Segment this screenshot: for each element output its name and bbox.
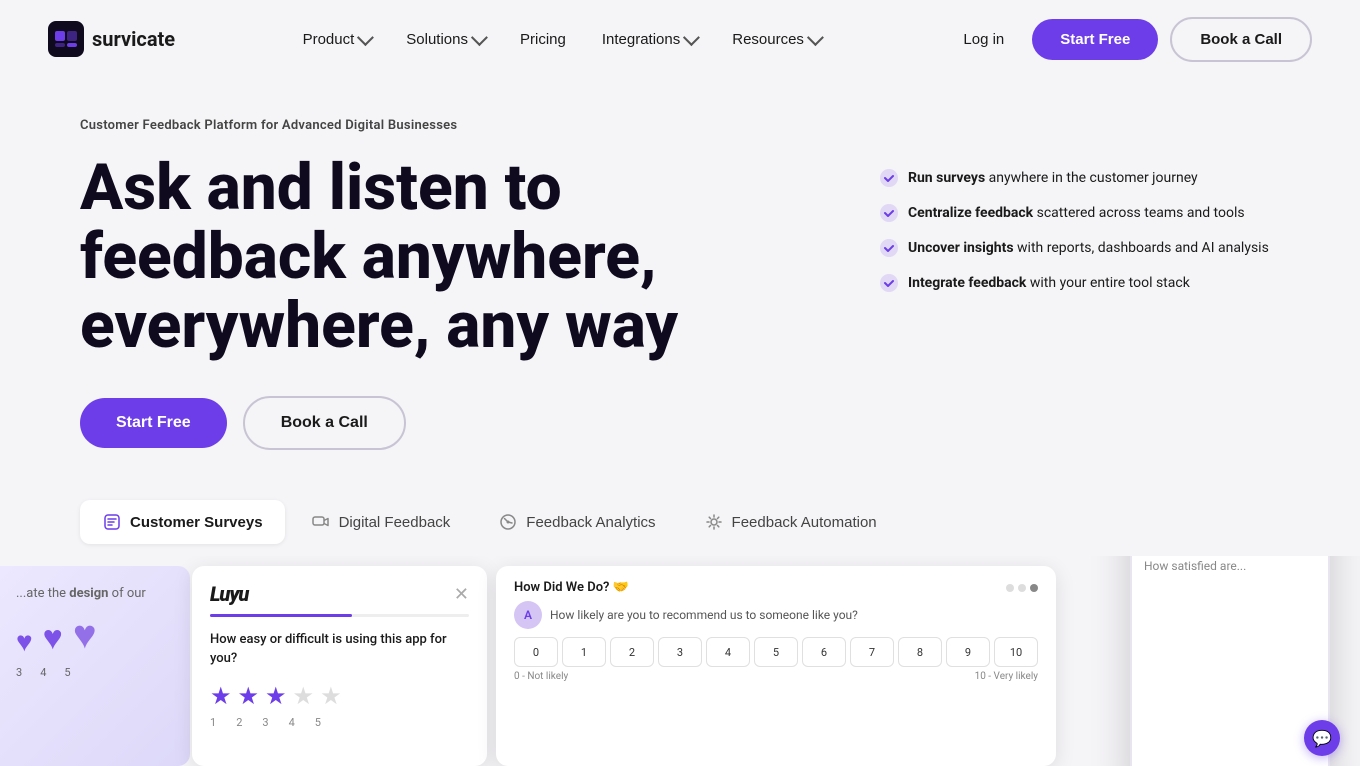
nav-product[interactable]: Product bbox=[289, 23, 385, 56]
logo-text: survicate bbox=[92, 27, 175, 51]
hero-left: Customer Feedback Platform for Advanced … bbox=[80, 118, 678, 450]
heart-icon: ♥ bbox=[16, 625, 33, 658]
star-filled[interactable]: ★ bbox=[238, 682, 260, 710]
tabs-bar: Customer Surveys Digital Feedback Feed bbox=[80, 500, 1280, 544]
nps-avatar: A bbox=[514, 601, 542, 629]
surveys-icon bbox=[102, 512, 122, 532]
nps-dot bbox=[1006, 584, 1014, 592]
check-icon bbox=[880, 169, 898, 187]
survey-logo: Luyu bbox=[210, 582, 248, 606]
mobile-card: 8:51 ●●● WiFi 🔋 ← ⊞ ⬇ ••• How did we do?… bbox=[1040, 556, 1360, 766]
star-empty[interactable]: ★ bbox=[320, 682, 342, 710]
nps-6[interactable]: 6 bbox=[802, 637, 846, 667]
hero-eyebrow: Customer Feedback Platform for Advanced … bbox=[80, 118, 678, 133]
feature-item-2: Uncover insights with reports, dashboard… bbox=[880, 238, 1280, 259]
tab-customer-surveys[interactable]: Customer Surveys bbox=[80, 500, 285, 544]
phone-frame: 8:51 ●●● WiFi 🔋 ← ⊞ ⬇ ••• How did we do?… bbox=[1130, 556, 1330, 766]
nps-0[interactable]: 0 bbox=[514, 637, 558, 667]
check-icon bbox=[880, 239, 898, 257]
hero-title: Ask and listen to feedback anywhere, eve… bbox=[80, 153, 678, 360]
heart-icon: ♥ bbox=[43, 618, 63, 658]
nav-links: Product Solutions Pricing Integrations R… bbox=[289, 23, 834, 56]
nav-resources[interactable]: Resources bbox=[718, 23, 834, 56]
tab-feedback-analytics[interactable]: Feedback Analytics bbox=[476, 500, 677, 544]
tabs-section: Customer Surveys Digital Feedback Feed bbox=[0, 500, 1360, 544]
star-empty[interactable]: ★ bbox=[293, 682, 315, 710]
nps-1[interactable]: 1 bbox=[562, 637, 606, 667]
chevron-down-icon bbox=[683, 29, 700, 46]
check-icon bbox=[880, 204, 898, 222]
logo[interactable]: survicate bbox=[48, 21, 175, 57]
nav-actions: Log in Start Free Book a Call bbox=[947, 17, 1312, 62]
nps-9[interactable]: 9 bbox=[946, 637, 990, 667]
nav-solutions[interactable]: Solutions bbox=[392, 23, 498, 56]
survey-app-card: Luyu ✕ How easy or difficult is using th… bbox=[192, 566, 487, 766]
nps-range-labels: 0 - Not likely 10 - Very likely bbox=[514, 671, 1038, 682]
chevron-down-icon bbox=[471, 29, 488, 46]
nps-5[interactable]: 5 bbox=[754, 637, 798, 667]
nps-3[interactable]: 3 bbox=[658, 637, 702, 667]
automation-icon bbox=[704, 512, 724, 532]
tab-digital-feedback[interactable]: Digital Feedback bbox=[289, 500, 473, 544]
feature-item-3: Integrate feedback with your entire tool… bbox=[880, 273, 1280, 294]
close-icon[interactable]: ✕ bbox=[454, 584, 469, 605]
hero-cta: Start Free Book a Call bbox=[80, 396, 678, 450]
hero-right: Run surveys anywhere in the customer jou… bbox=[880, 118, 1280, 334]
feature-list: Run surveys anywhere in the customer jou… bbox=[880, 168, 1280, 294]
chevron-down-icon bbox=[357, 29, 374, 46]
feature-item-0: Run surveys anywhere in the customer jou… bbox=[880, 168, 1280, 189]
phone-sub-question: How satisfied are... bbox=[1144, 559, 1316, 573]
nps-10[interactable]: 10 bbox=[994, 637, 1038, 667]
star-filled[interactable]: ★ bbox=[210, 682, 232, 710]
hero-section: Customer Feedback Platform for Advanced … bbox=[0, 78, 1360, 480]
hero-start-free-button[interactable]: Start Free bbox=[80, 398, 227, 448]
survey-question: How easy or difficult is using this app … bbox=[210, 631, 469, 667]
nps-4[interactable]: 4 bbox=[706, 637, 750, 667]
heart-icon: ♥ bbox=[73, 611, 97, 658]
chat-bubble-button[interactable]: 💬 bbox=[1304, 720, 1340, 756]
nps-title: How Did We Do? 🤝 bbox=[514, 580, 629, 595]
nav-book-call-button[interactable]: Book a Call bbox=[1170, 17, 1312, 62]
tab-feedback-automation[interactable]: Feedback Automation bbox=[682, 500, 899, 544]
digital-feedback-icon bbox=[311, 512, 331, 532]
nps-dot bbox=[1018, 584, 1026, 592]
nps-card: How Did We Do? 🤝 A How likely are you to… bbox=[496, 566, 1056, 766]
nps-2[interactable]: 2 bbox=[610, 637, 654, 667]
star-labels: 1 2 3 4 5 bbox=[210, 716, 469, 729]
nps-8[interactable]: 8 bbox=[898, 637, 942, 667]
nav-start-free-button[interactable]: Start Free bbox=[1032, 19, 1158, 60]
check-icon bbox=[880, 274, 898, 292]
analytics-icon bbox=[498, 512, 518, 532]
navbar: survicate Product Solutions Pricing Inte… bbox=[0, 0, 1360, 78]
hearts-row: ♥ ♥ ♥ bbox=[16, 611, 174, 658]
hearts-card: ...ate the design of our ♥ ♥ ♥ 3 4 5 bbox=[0, 566, 190, 766]
nps-dot bbox=[1030, 584, 1038, 592]
nps-sub: How likely are you to recommend us to so… bbox=[550, 608, 858, 622]
feature-item-1: Centralize feedback scattered across tea… bbox=[880, 203, 1280, 224]
star-filled[interactable]: ★ bbox=[265, 682, 287, 710]
login-button[interactable]: Log in bbox=[947, 23, 1020, 56]
stars-row: ★ ★ ★ ★ ★ bbox=[210, 682, 469, 710]
nav-pricing[interactable]: Pricing bbox=[506, 23, 580, 56]
rating-numbers: 3 4 5 bbox=[16, 666, 174, 679]
chevron-down-icon bbox=[807, 29, 824, 46]
nps-7[interactable]: 7 bbox=[850, 637, 894, 667]
hero-book-call-button[interactable]: Book a Call bbox=[243, 396, 406, 450]
nps-scale: 0 1 2 3 4 5 6 7 8 9 10 bbox=[514, 637, 1038, 667]
nav-integrations[interactable]: Integrations bbox=[588, 23, 710, 56]
